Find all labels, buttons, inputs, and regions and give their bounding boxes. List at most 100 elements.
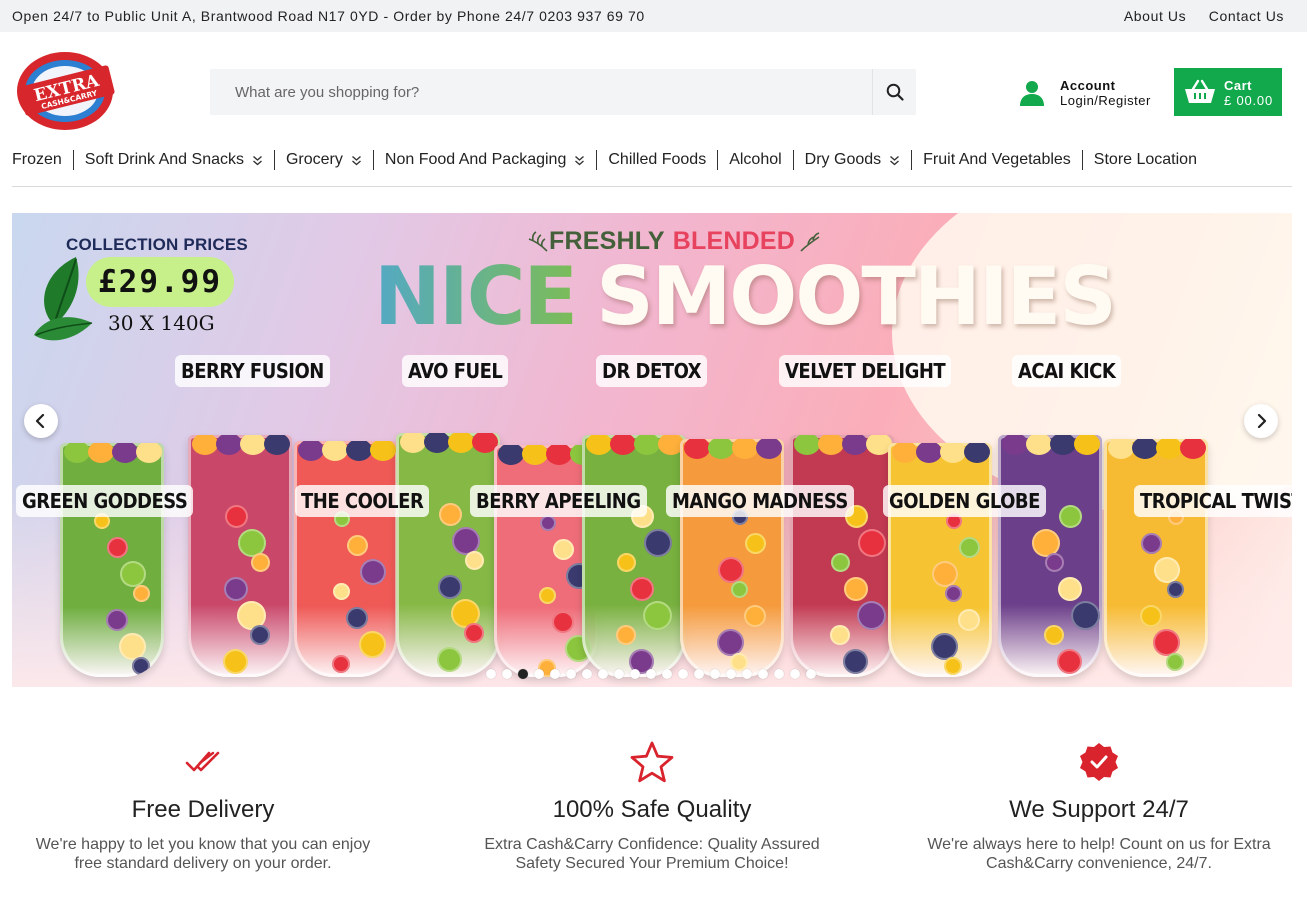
site-logo[interactable]: EXTRA CASH&CARRY xyxy=(15,50,117,132)
search-button[interactable] xyxy=(872,69,916,115)
garnish xyxy=(892,443,918,463)
carousel-dot[interactable] xyxy=(550,669,560,679)
smoothie-glasses xyxy=(12,213,1292,687)
garnish xyxy=(610,435,636,455)
fruit-piece xyxy=(1141,533,1162,554)
feature-description: We're always here to help! Count on us f… xyxy=(927,836,1271,872)
fruit-piece xyxy=(438,575,462,599)
nav-item-label: Fruit And Vegetables xyxy=(923,151,1071,168)
fruit-piece xyxy=(843,649,868,674)
fruit-piece xyxy=(1140,605,1162,627)
carousel-dot[interactable] xyxy=(710,669,720,679)
garnish xyxy=(192,435,218,455)
carousel-dot[interactable] xyxy=(694,669,704,679)
fruit-piece xyxy=(718,557,744,583)
carousel-dot[interactable] xyxy=(646,669,656,679)
nav-item-frozen[interactable]: Frozen xyxy=(12,150,73,170)
nav-item-label: Grocery xyxy=(285,151,343,168)
carousel-dot[interactable] xyxy=(598,669,608,679)
fruit-piece xyxy=(958,609,980,631)
hero-banner[interactable]: COLLECTION PRICES £29.99 30 X 140G FRESH… xyxy=(12,213,1292,687)
carousel-dot[interactable] xyxy=(518,669,528,679)
cart-button[interactable]: Cart £ 00.00 xyxy=(1174,68,1282,116)
carousel-dot[interactable] xyxy=(758,669,768,679)
carousel-dot[interactable] xyxy=(630,669,640,679)
carousel-dot[interactable] xyxy=(566,669,576,679)
fruit-piece xyxy=(224,577,248,601)
garnish xyxy=(1050,435,1076,455)
flavour-label: GREEN GODDESS xyxy=(16,485,194,517)
garnish xyxy=(64,443,90,463)
fruit-piece xyxy=(1057,649,1082,674)
verified-badge-icon xyxy=(1080,743,1118,781)
carousel-dot[interactable] xyxy=(726,669,736,679)
smoothie-glass xyxy=(1104,439,1208,677)
garnish xyxy=(634,435,660,455)
nav-item-chilled-foods[interactable]: Chilled Foods xyxy=(596,150,717,170)
carousel-dot[interactable] xyxy=(662,669,672,679)
fruit-piece xyxy=(439,503,462,526)
fruit-piece xyxy=(120,561,146,587)
fruit-piece xyxy=(643,601,672,630)
search-input[interactable] xyxy=(210,69,872,115)
account-link[interactable]: Account Login/Register xyxy=(1018,77,1168,111)
carousel-dot[interactable] xyxy=(614,669,624,679)
fruit-piece xyxy=(1071,601,1100,630)
smoothie-glass xyxy=(582,435,686,677)
feature-description: Extra Cash&Carry Confidence: Quality Ass… xyxy=(484,836,820,872)
nav-item-label: Frozen xyxy=(12,151,62,168)
nav-item-grocery[interactable]: Grocery xyxy=(273,150,373,170)
double-chevron-down-icon xyxy=(889,155,900,166)
carousel-dot[interactable] xyxy=(582,669,592,679)
carousel-dot[interactable] xyxy=(774,669,784,679)
garnish xyxy=(424,433,450,453)
fruit-piece xyxy=(464,623,484,643)
carousel-dot[interactable] xyxy=(502,669,512,679)
fruit-piece xyxy=(1044,625,1064,645)
search-icon xyxy=(886,83,904,101)
nav-item-non-food-and-packaging[interactable]: Non Food And Packaging xyxy=(372,150,596,170)
fruit-piece xyxy=(1153,629,1180,656)
garnish xyxy=(298,441,324,461)
carousel-dot[interactable] xyxy=(534,669,544,679)
store-info-text: Open 24/7 to Public Unit A, Brantwood Ro… xyxy=(12,8,645,24)
flavour-label: BERRY FUSION xyxy=(175,355,330,387)
chevron-left-icon xyxy=(35,414,45,428)
carousel-dot[interactable] xyxy=(806,669,816,679)
carousel-dots xyxy=(486,669,822,679)
nav-item-label: Soft Drink And Snacks xyxy=(84,151,244,168)
carousel-dot[interactable] xyxy=(742,669,752,679)
fruit-piece xyxy=(1167,581,1184,598)
double-chevron-down-icon xyxy=(252,155,263,166)
smoothie-glass xyxy=(680,439,784,677)
banner-prev-button[interactable] xyxy=(24,404,58,438)
nav-item-label: Dry Goods xyxy=(804,151,882,168)
garnish xyxy=(794,435,820,455)
nav-item-fruit-and-vegetables[interactable]: Fruit And Vegetables xyxy=(911,150,1082,170)
smoothie-glass xyxy=(790,435,894,677)
garnish xyxy=(708,439,734,459)
nav-item-store-location[interactable]: Store Location xyxy=(1081,150,1208,170)
carousel-dot[interactable] xyxy=(486,669,496,679)
contact-us-link[interactable]: Contact Us xyxy=(1209,8,1284,24)
feature-description: We're happy to let you know that you can… xyxy=(35,836,371,872)
carousel-dot[interactable] xyxy=(790,669,800,679)
garnish xyxy=(1074,435,1100,455)
fruit-piece xyxy=(857,601,886,630)
nav-item-label: Alcohol xyxy=(729,151,782,168)
about-us-link[interactable]: About Us xyxy=(1124,8,1186,24)
nav-item-alcohol[interactable]: Alcohol xyxy=(717,150,792,170)
fruit-piece xyxy=(745,533,766,554)
smoothie-glass xyxy=(998,435,1102,677)
double-chevron-down-icon xyxy=(351,155,362,166)
garnish xyxy=(370,441,396,461)
smoothie-glass xyxy=(188,435,292,677)
fruit-piece xyxy=(119,633,146,660)
flavour-label: THE COOLER xyxy=(295,485,430,517)
nav-item-dry-goods[interactable]: Dry Goods xyxy=(792,150,911,170)
banner-next-button[interactable] xyxy=(1244,404,1278,438)
fruit-piece xyxy=(830,625,850,645)
carousel-dot[interactable] xyxy=(678,669,688,679)
garnish xyxy=(756,439,782,459)
nav-item-soft-drink-and-snacks[interactable]: Soft Drink And Snacks xyxy=(72,150,274,170)
